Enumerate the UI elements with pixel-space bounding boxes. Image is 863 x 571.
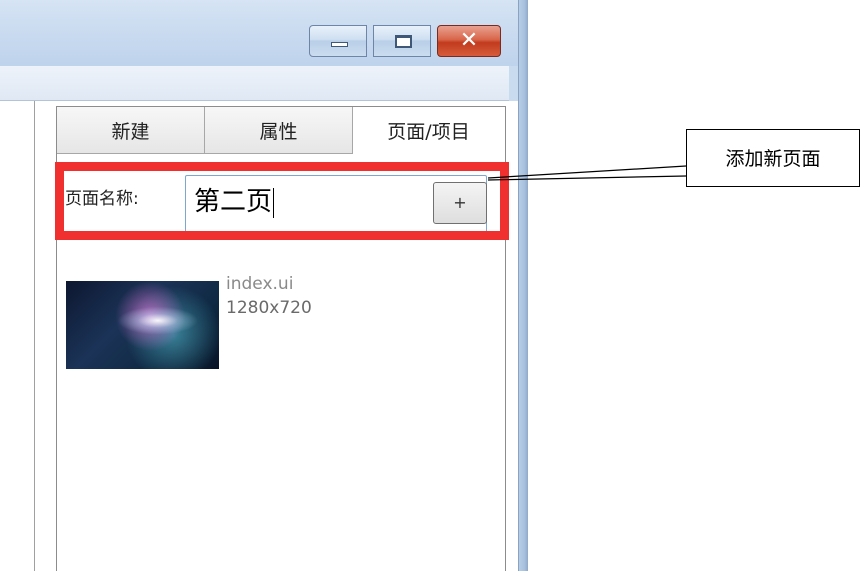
maximize-button[interactable] xyxy=(373,25,431,57)
page-list-item[interactable]: index.ui 1280x720 xyxy=(66,274,366,371)
callout-label: 添加新页面 xyxy=(686,129,860,187)
highlight-frame xyxy=(55,162,509,240)
close-button[interactable]: ✕ xyxy=(437,25,501,57)
minimize-button[interactable] xyxy=(309,25,367,57)
left-pane-divider xyxy=(34,101,35,571)
toolbar xyxy=(0,66,509,101)
page-resolution: 1280x720 xyxy=(226,298,312,318)
title-bar[interactable]: ✕ xyxy=(0,0,518,66)
panel-tabs: 新建 属性 页面/项目 xyxy=(57,107,504,154)
tab-properties[interactable]: 属性 xyxy=(205,107,353,154)
page-thumbnail xyxy=(66,281,219,369)
page-file-name: index.ui xyxy=(226,274,294,294)
minimize-icon xyxy=(331,42,348,47)
tab-pages-projects[interactable]: 页面/项目 xyxy=(353,107,504,154)
maximize-icon xyxy=(395,35,412,48)
tab-new[interactable]: 新建 xyxy=(57,107,205,154)
window-frame-edge xyxy=(518,0,528,571)
close-icon: ✕ xyxy=(459,28,479,53)
